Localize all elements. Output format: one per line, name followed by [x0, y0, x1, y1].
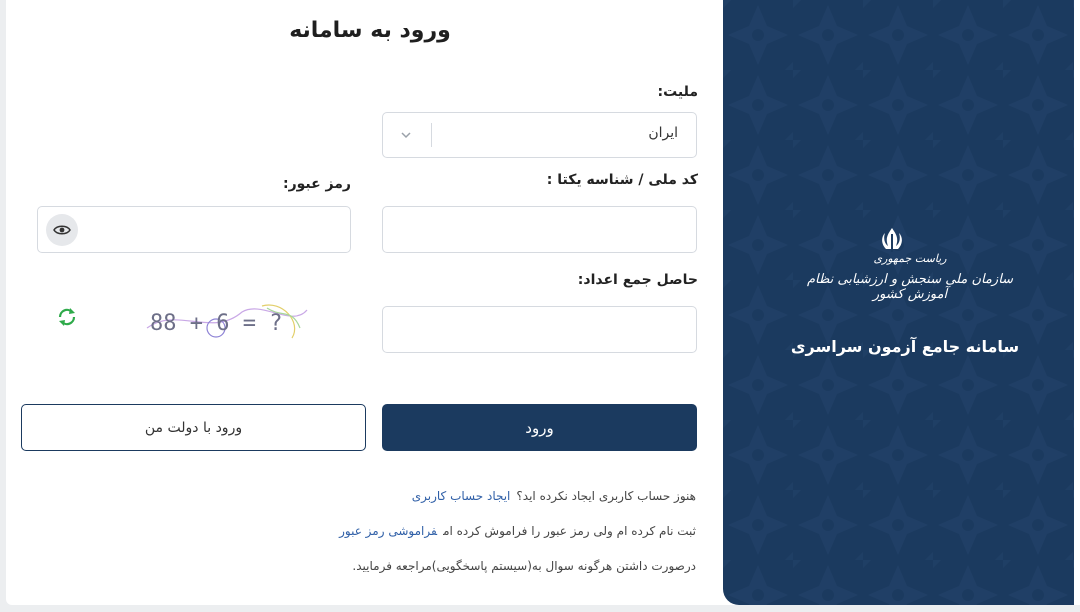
select-separator — [431, 123, 432, 147]
nationality-select[interactable]: ایران — [382, 112, 697, 158]
gov-login-button[interactable]: ورود با دولت من — [21, 404, 366, 451]
create-account-line: هنوز حساب کاربری ایجاد نکرده اید؟ ایجاد ح… — [412, 489, 696, 503]
forgot-password-line: ثبت نام کرده ام ولی رمز عبور را فراموش ک… — [339, 524, 696, 538]
background-pattern — [723, 0, 1074, 605]
national-code-input[interactable] — [382, 206, 697, 253]
support-line: درصورت داشتن هرگونه سوال به(سیستم پاسخگو… — [352, 559, 696, 573]
page-title: ورود به سامانه — [289, 18, 451, 43]
login-button[interactable]: ورود — [382, 404, 697, 451]
password-input[interactable] — [37, 206, 351, 253]
forgot-text: ثبت نام کرده ام ولی رمز عبور را فراموش ک… — [443, 524, 696, 538]
forgot-password-link[interactable]: فراموشی رمز عبور — [339, 524, 437, 538]
eye-icon — [53, 225, 71, 235]
system-title: سامانه جامع آزمون سراسری — [790, 337, 1020, 356]
captcha-label: حاصل جمع اعداد: — [577, 272, 698, 288]
password-toggle-button[interactable] — [46, 214, 78, 246]
refresh-icon[interactable] — [56, 306, 78, 328]
captcha-input[interactable] — [382, 306, 697, 353]
captcha-image: 88 + 6 = ? — [142, 298, 312, 342]
brand-panel — [723, 0, 1074, 605]
org-name-line1: ریاست جمهوری — [873, 252, 947, 265]
nationality-label: ملیت: — [657, 84, 698, 100]
password-label: رمز عبور: — [282, 176, 351, 192]
no-account-text: هنوز حساب کاربری ایجاد نکرده اید؟ — [516, 489, 696, 503]
national-code-label: کد ملی / شناسه یکتا : — [546, 172, 698, 188]
nationality-value: ایران — [648, 125, 678, 141]
chevron-down-icon[interactable] — [399, 128, 413, 142]
create-account-link[interactable]: ایجاد حساب کاربری — [412, 489, 511, 503]
org-name-line2: سازمان ملی سنجش و ارزشیابی نظام آموزش کش… — [806, 272, 1014, 302]
captcha-text: 88 + 6 = ? — [150, 311, 282, 336]
